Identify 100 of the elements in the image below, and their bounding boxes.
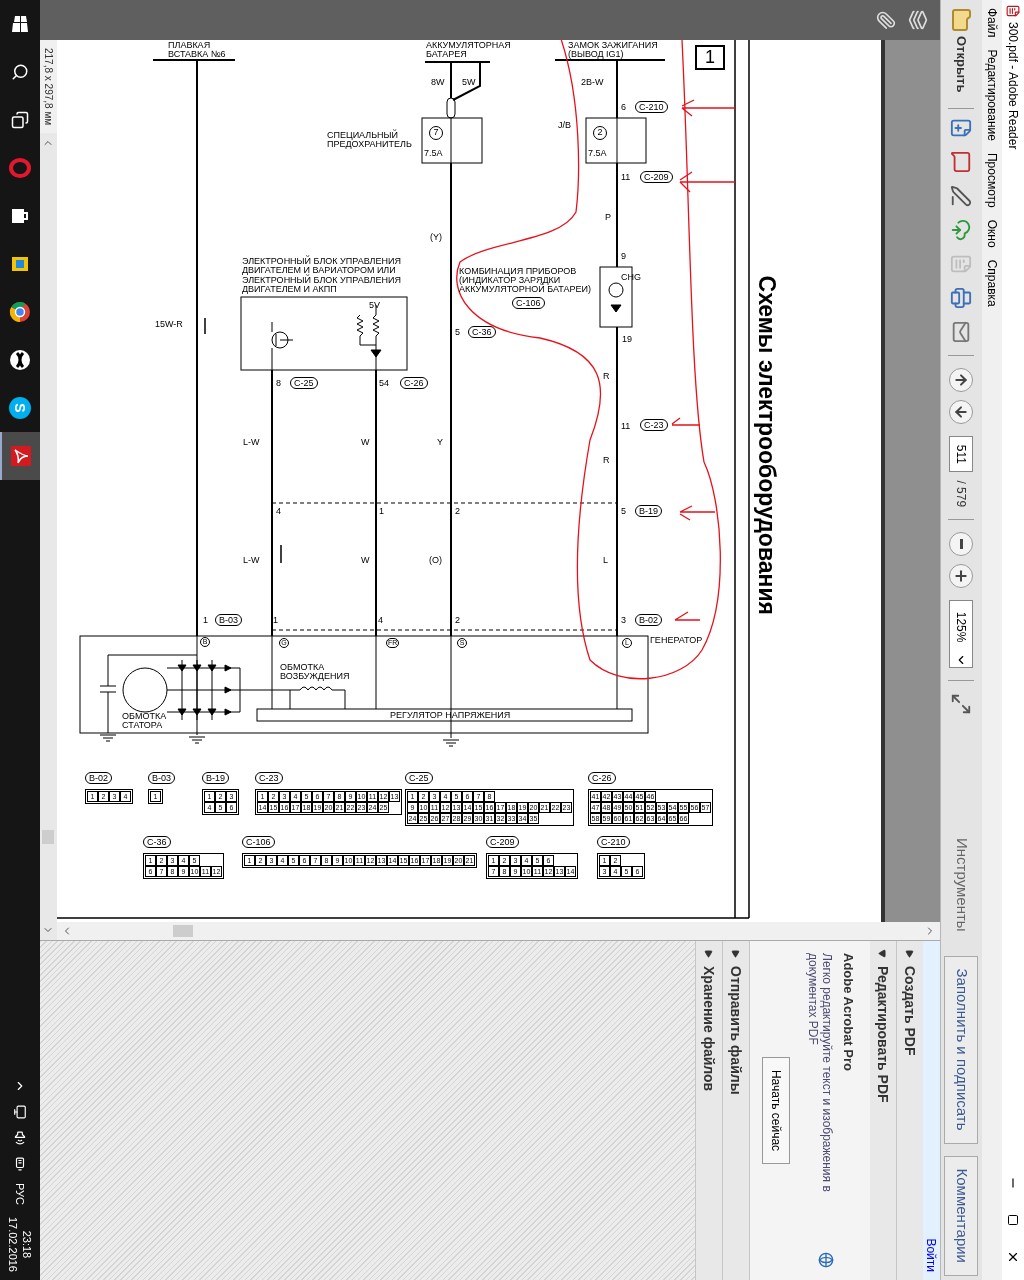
menu-item[interactable]: Редактирование <box>983 49 1001 141</box>
diagram-label: W <box>361 437 370 447</box>
zoom-field[interactable]: 125% <box>949 600 974 669</box>
diagram-label: 1 <box>273 615 278 625</box>
diagram-label: 2 <box>455 615 460 625</box>
minus-icon <box>960 539 963 550</box>
folder-icon <box>949 8 974 32</box>
diagram-label: ЭЛЕКТРОННЫЙ БЛОК УПРАВЛЕНИЯ <box>242 256 401 266</box>
zoom-value: 125% <box>953 610 970 645</box>
page-size: 217,8 x 297,8 мм <box>42 47 55 128</box>
pen-icon[interactable] <box>950 185 973 208</box>
diagram-label: P <box>605 212 611 222</box>
panel-tab[interactable]: Комментарии <box>944 1155 979 1276</box>
connector-tag: B-02 <box>635 614 662 626</box>
diagram-label: 5 <box>621 506 626 516</box>
diagram-label: ДВИГАТЕЛЕМ И АКПП <box>242 284 337 294</box>
open-button[interactable]: Открыть <box>944 0 979 101</box>
menu-item[interactable]: Файл <box>983 8 1001 38</box>
diagram-label: ДВИГАТЕЛЕМ И ВАРИАТОРОМ ИЛИ <box>242 265 396 275</box>
maximize-icon[interactable] <box>1007 1214 1019 1226</box>
diagram-label: РЕГУЛЯТОР НАПРЯЖЕНИЯ <box>390 710 511 720</box>
diagram-label: 5 <box>455 327 460 337</box>
monitor-icon[interactable] <box>13 1104 27 1119</box>
start-now-button[interactable]: Начать сейчас <box>762 1056 791 1165</box>
close-icon[interactable] <box>1006 1250 1020 1264</box>
diagram-label: R <box>603 371 610 381</box>
caret-icon <box>905 949 915 958</box>
diagram-label: 5W <box>462 77 476 87</box>
section-header[interactable]: Отправить файлы <box>723 941 749 1280</box>
diagram-label: J/B <box>558 120 571 130</box>
page-count: / 579 <box>953 480 970 508</box>
menu-item[interactable]: Окно <box>983 219 1001 248</box>
diagram-label: 3 <box>621 615 626 625</box>
diagram-label: (Y) <box>430 232 442 242</box>
diagram-label: 8 <box>276 378 281 388</box>
menu-item[interactable]: Просмотр <box>983 152 1001 208</box>
ball-icon <box>9 349 31 371</box>
sign-in-link[interactable]: Войти <box>922 1238 941 1272</box>
taskbar-button[interactable] <box>0 432 40 480</box>
diagram-label: 2 <box>455 506 460 516</box>
previous-page-button[interactable] <box>949 368 974 393</box>
diagram-label: 6 <box>621 102 626 112</box>
section-header[interactable]: Хранение файлов <box>696 941 722 1280</box>
fit-page-icon[interactable] <box>950 693 973 716</box>
menu-item[interactable]: Справка <box>983 259 1001 307</box>
connector-tag: C-209 <box>640 171 673 183</box>
printer-icon[interactable] <box>950 287 973 310</box>
diagram-label: CHG <box>621 272 641 282</box>
scrollbar-thumb[interactable] <box>42 830 55 844</box>
diagram-label: ОБМОТКА <box>122 711 167 721</box>
diagram-label: 4 <box>378 615 383 625</box>
language-indicator[interactable]: РУС <box>11 1182 29 1205</box>
diagram-label: Y <box>437 437 443 447</box>
panel-tab[interactable]: Заполнить и подписать <box>944 955 979 1144</box>
cloud-upload-icon[interactable] <box>950 219 973 242</box>
diagram-label: L <box>603 555 608 565</box>
diagram-label: 54 <box>379 378 389 388</box>
diagram-label: ВОЗБУЖДЕНИЯ <box>280 671 350 681</box>
section-header[interactable]: Редактировать PDF <box>870 941 896 1280</box>
caret-icon <box>731 949 741 958</box>
diagram-label: 11 <box>621 172 631 182</box>
clock-time: 23:18 <box>20 1230 34 1259</box>
next-page-button[interactable] <box>949 400 974 425</box>
ring-icon <box>9 157 31 179</box>
scrollbar-thumb[interactable] <box>173 925 193 937</box>
zoom-out-button[interactable] <box>949 532 974 557</box>
diagram-label: R <box>603 455 610 465</box>
task-view-icon <box>11 111 29 129</box>
page-number-field[interactable]: 511 <box>949 436 974 473</box>
vertical-scrollbar[interactable] <box>57 922 940 940</box>
panel-tab[interactable]: Инструменты <box>944 826 979 944</box>
zoom-in-button[interactable] <box>949 564 974 589</box>
battery-icon[interactable] <box>13 1156 27 1171</box>
diagram-label: 8W <box>431 77 445 87</box>
diagram-label: ЗАМОК ЗАЖИГАНИЯ <box>568 40 658 50</box>
speaker-icon[interactable] <box>13 1130 27 1145</box>
connector-tag: C-210 <box>635 101 668 113</box>
diagram-label: L-W <box>243 437 260 447</box>
clock-date: 17.02.2016 <box>6 1216 20 1272</box>
caret-icon <box>878 949 888 958</box>
window-panes-icon <box>12 16 28 32</box>
diagram-label: (ВЫВОД IG1) <box>568 49 624 59</box>
diagram-label: 5V <box>369 300 380 310</box>
diagram-label: ВСТАВКА №6 <box>168 49 226 59</box>
connector-tag: B-03 <box>215 614 242 626</box>
diagram-label: СПЕЦИАЛЬНЫЙ <box>327 130 399 140</box>
comment-icon[interactable] <box>950 151 973 174</box>
document-icon <box>1006 4 1020 18</box>
clock[interactable]: 23:18 17.02.2016 <box>6 1216 34 1272</box>
diagram-label: ПЛАВКАЯ <box>168 40 211 50</box>
diagram-label: 2B-W <box>581 77 604 87</box>
diagram-label: (ИНДИКАТОР ЗАРЯДКИ <box>459 275 561 285</box>
diagram-label: БАТАРЕЯ <box>426 49 467 59</box>
paperclip-icon[interactable] <box>876 10 896 30</box>
page-heading: Схемы электрооборудования <box>753 275 782 615</box>
section-header[interactable]: Создать PDF <box>897 941 923 1280</box>
diagram-label: 9 <box>621 251 626 261</box>
diagram-label: ПРЕДОХРАНИТЕЛЬ <box>327 139 412 149</box>
connector-tag: C-26 <box>400 377 428 389</box>
fuse-rating: 7.5A <box>588 148 607 158</box>
